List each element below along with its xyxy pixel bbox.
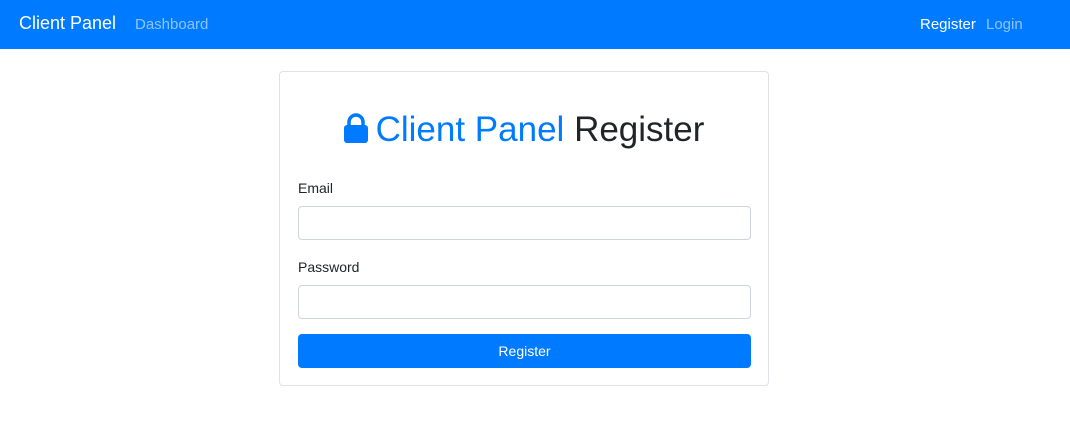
title-register-text: Register xyxy=(574,110,705,149)
nav-link-login[interactable]: Login xyxy=(986,16,1023,33)
register-card: Client Panel Register Email Password Reg… xyxy=(279,71,769,386)
top-navbar: Client Panel Dashboard Register Login xyxy=(0,0,1070,49)
nav-link-register[interactable]: Register xyxy=(920,16,976,33)
card-title: Client Panel Register xyxy=(280,110,768,150)
navbar-brand[interactable]: Client Panel xyxy=(19,13,116,34)
password-input[interactable] xyxy=(298,285,751,319)
email-label: Email xyxy=(298,180,334,196)
lock-icon xyxy=(343,113,368,143)
password-label: Password xyxy=(298,259,360,275)
register-submit-button[interactable]: Register xyxy=(298,334,751,368)
title-accent-text: Client Panel xyxy=(375,110,565,149)
nav-link-dashboard[interactable]: Dashboard xyxy=(135,16,208,33)
email-input[interactable] xyxy=(298,206,751,240)
